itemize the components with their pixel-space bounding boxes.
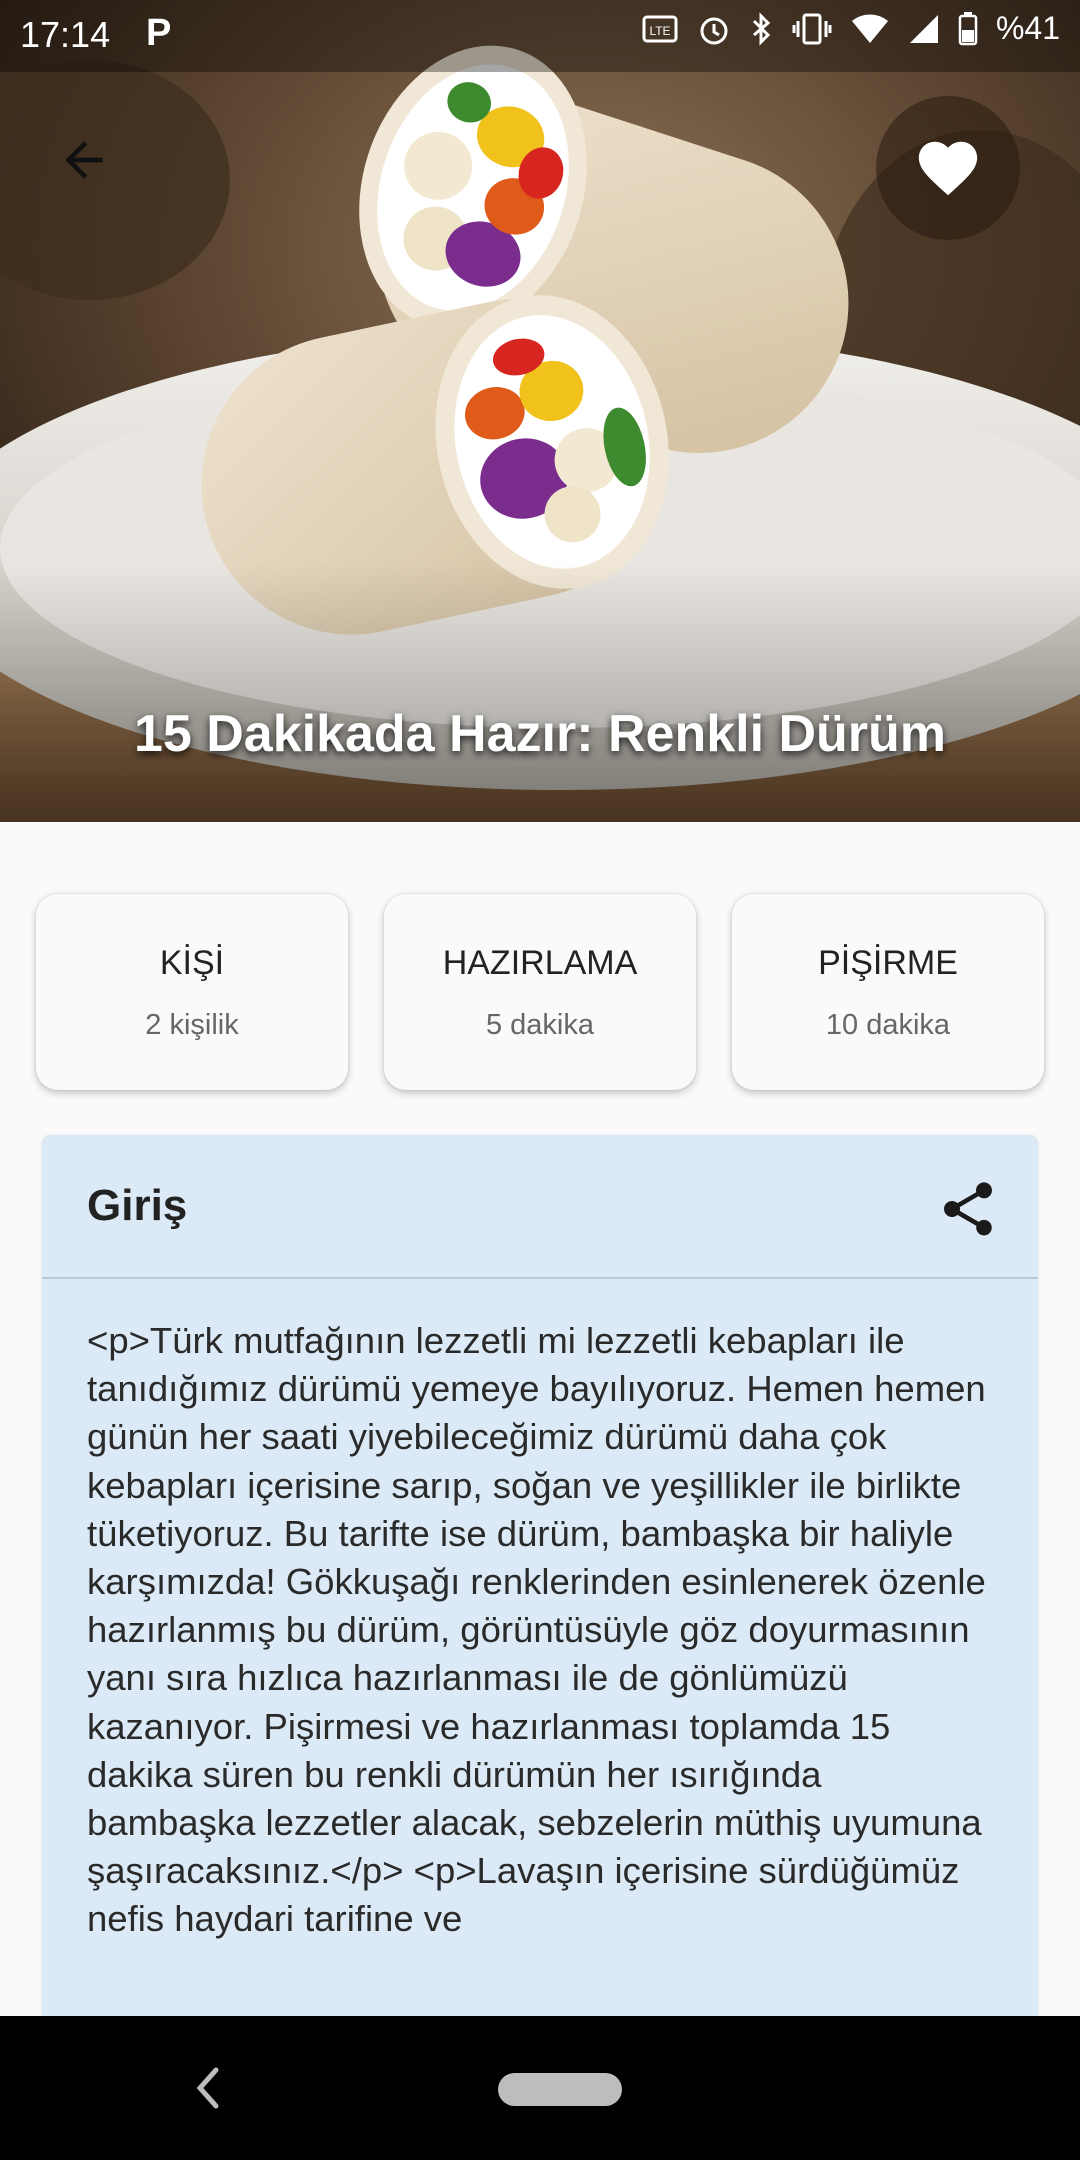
- recipe-info-cards: KİŞİ 2 kişilik HAZIRLAMA 5 dakika PİŞİRM…: [36, 894, 1044, 1090]
- intro-header: Giriş: [42, 1135, 1038, 1279]
- svg-text:LTE: LTE: [649, 24, 670, 38]
- signal-icon: [908, 13, 940, 45]
- servings-card: KİŞİ 2 kişilik: [36, 894, 348, 1090]
- favorite-button[interactable]: [876, 96, 1020, 240]
- recipe-title: 15 Dakikada Hazır: Renkli Dürüm: [133, 705, 947, 763]
- status-bar: 17:14 P LTE %41: [0, 0, 1080, 72]
- battery-icon: [958, 11, 978, 46]
- cook-time-card: PİŞİRME 10 dakika: [732, 894, 1044, 1090]
- recipe-detail-screen: 15 Dakikada Hazır: Renkli Dürüm 17:14 P …: [0, 0, 1080, 2160]
- chevron-left-icon[interactable]: [188, 2058, 228, 2118]
- status-icons: LTE %41: [642, 10, 1060, 47]
- prep-time-card: HAZIRLAMA 5 dakika: [384, 894, 696, 1090]
- wifi-icon: [850, 13, 890, 45]
- share-button[interactable]: [936, 1177, 1000, 1241]
- heart-icon: [918, 141, 978, 196]
- bluetooth-icon: [750, 11, 774, 47]
- app-notification-icon: P: [146, 12, 172, 54]
- servings-label: KİŞİ: [159, 944, 225, 982]
- intro-panel: Giriş <p>Türk mutfağının lezzetli mi lez…: [42, 1135, 1038, 2160]
- arrow-left-icon: [65, 141, 103, 179]
- prep-time-label: HAZIRLAMA: [442, 944, 638, 982]
- alarm-icon: [696, 11, 732, 47]
- battery-percent: %41: [995, 10, 1060, 46]
- intro-title: Giriş: [87, 1181, 188, 1230]
- intro-text: <p>Türk mutfağının lezzetli mi lezzetli …: [87, 1320, 986, 1940]
- volte-icon: LTE: [642, 13, 678, 45]
- hero-gradient: [0, 562, 1080, 822]
- back-button[interactable]: [44, 120, 124, 200]
- cook-time-label: PİŞİRME: [818, 944, 958, 982]
- system-navigation-bar: [0, 2016, 1080, 2160]
- vibrate-icon: [792, 11, 832, 47]
- share-icon: [944, 1182, 992, 1236]
- cook-time-value: 10 dakika: [825, 1009, 951, 1041]
- prep-time-value: 5 dakika: [485, 1009, 594, 1041]
- servings-value: 2 kişilik: [145, 1009, 239, 1041]
- status-time: 17:14: [20, 14, 111, 55]
- home-pill-button[interactable]: [498, 2073, 622, 2106]
